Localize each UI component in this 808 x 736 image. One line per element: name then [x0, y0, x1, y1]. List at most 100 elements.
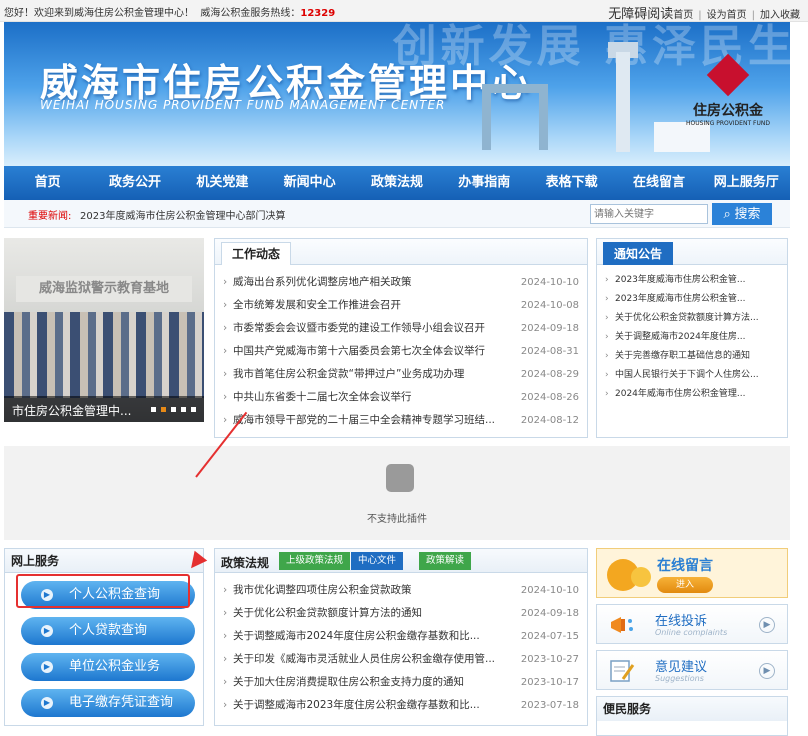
lighthouse-illustration	[616, 52, 630, 152]
plugin-unsupported-message: 不支持此插件	[367, 514, 427, 525]
list-item[interactable]: 关于优化公积金贷款额度计算方法...	[605, 309, 779, 328]
puzzle-piece-icon	[386, 464, 414, 492]
list-item[interactable]: 关于优化公积金贷款额度计算方法的通知2024-09-18	[223, 602, 579, 625]
note-pencil-icon	[610, 660, 635, 682]
list-item[interactable]: 关于调整威海市2023年度住房公积金缴存基数和比...2023-07-18	[223, 694, 579, 717]
notice-list: 2023年度威海市住房公积金管... 2023年度威海市住房公积金管... 关于…	[605, 271, 779, 404]
plugin-placeholder: 不支持此插件	[4, 446, 790, 540]
tab-policy-interpretation[interactable]: 政策解读	[419, 552, 472, 570]
slider-dot[interactable]	[181, 407, 186, 412]
play-circle-icon: ▶	[41, 697, 53, 709]
top-links: 无障碍阅读首页 | 设为首页 | 加入收藏	[608, 7, 800, 22]
nav-guide[interactable]: 办事指南	[441, 166, 528, 200]
list-item[interactable]: 关于调整威海市2024年度住房公积金缴存基数和比...2024-07-15	[223, 625, 579, 648]
main-nav: 首页 政务公开 机关党建 新闻中心 政策法规 办事指南 表格下载 在线留言 网上…	[4, 166, 790, 200]
list-item[interactable]: 我市优化调整四项住房公积金贷款政策2024-10-10	[223, 579, 579, 602]
suggestions-title: 意见建议	[655, 660, 708, 675]
chevron-right-icon[interactable]: ▶	[759, 617, 775, 633]
policy-panel: 政策法规 上级政策法规 中心文件 政策解读 我市优化调整四项住房公积金贷款政策2…	[214, 548, 588, 726]
nav-home[interactable]: 首页	[4, 166, 91, 200]
online-message-title: 在线留言	[657, 558, 713, 574]
search-icon: ⌕	[723, 206, 731, 221]
nav-government-affairs[interactable]: 政务公开	[91, 166, 178, 200]
list-item[interactable]: 中共山东省委十二届七次全体会议举行2024-08-26	[223, 386, 579, 409]
play-circle-icon: ▶	[41, 661, 53, 673]
policy-list: 我市优化调整四项住房公积金贷款政策2024-10-10 关于优化公积金贷款额度计…	[223, 579, 579, 717]
slider-caption-bar: 市住房公积金管理中...	[4, 396, 204, 422]
welcome-text: 您好！欢迎来到威海住房公积金管理中心！ 威海公积金服务热线：12329	[4, 8, 336, 19]
work-news-panel: 工作动态 威海出台系列优化调整房地产相关政策2024-10-10 全市统筹发展和…	[214, 238, 588, 438]
list-item[interactable]: 关于印发《威海市灵活就业人员住房公积金缴存使用管...2023-10-27	[223, 648, 579, 671]
slider-dot[interactable]	[151, 407, 156, 412]
online-complaint-box[interactable]: 在线投诉 Online complaints ▶	[596, 604, 788, 644]
convenience-services-title: 便民服务	[597, 697, 787, 721]
search-input[interactable]	[590, 204, 708, 224]
list-item[interactable]: 我市首笔住房公积金贷款“带押过户”业务成功办理2024-08-29	[223, 363, 579, 386]
chevron-right-icon[interactable]: ▶	[759, 663, 775, 679]
list-item[interactable]: 威海市领导干部党的二十届三中全会精神专题学习班结...2024-08-12	[223, 409, 579, 432]
megaphone-icon	[611, 617, 633, 633]
list-item[interactable]: 中国人民银行关于下调个人住房公...	[605, 366, 779, 385]
online-services-title: 网上服务	[5, 549, 203, 573]
search-button[interactable]: ⌕ 搜索	[712, 203, 772, 225]
e-deposit-certificate-query-button[interactable]: ▶ 电子缴存凭证查询	[21, 689, 195, 717]
work-news-title[interactable]: 工作动态	[221, 242, 292, 265]
set-home-link[interactable]: 设为首页	[707, 10, 747, 21]
employer-fund-business-button[interactable]: ▶ 单位公积金业务	[21, 653, 195, 681]
slider-caption[interactable]: 市住房公积金管理中...	[12, 402, 131, 419]
important-news-bar: 重要新闻: 2023年度威海市住房公积金管理中心部门决算 ⌕ 搜索	[4, 200, 790, 228]
site-title-english: WEIHAI HOUSING PROVIDENT FUND MANAGEMENT…	[40, 98, 446, 112]
tab-center-documents[interactable]: 中心文件	[351, 552, 404, 570]
list-item[interactable]: 全市统筹发展和安全工作推进会召开2024-10-08	[223, 294, 579, 317]
chat-bubble-icon	[631, 567, 651, 587]
slider-dot-active[interactable]	[161, 407, 166, 412]
highlight-box	[16, 574, 190, 608]
work-news-list: 威海出台系列优化调整房地产相关政策2024-10-10 全市统筹发展和安全工作推…	[223, 271, 579, 432]
notice-panel: 通知公告 2023年度威海市住房公积金管... 2023年度威海市住房公积金管.…	[596, 238, 788, 438]
header-banner: 创新发展 惠泽民生 威海市住房公积金管理中心 WEIHAI HOUSING PR…	[4, 22, 790, 166]
suggestions-box[interactable]: 意见建议 Suggestions ▶	[596, 650, 788, 690]
convenience-services-panel: 便民服务	[596, 696, 788, 736]
list-item[interactable]: 2023年度威海市住房公积金管...	[605, 271, 779, 290]
photo-slider[interactable]: 威海监狱警示教育基地 市住房公积金管理中...	[4, 238, 204, 422]
fund-logo-icon	[706, 53, 750, 97]
list-item[interactable]: 关于加大住房消费提取住房公积金支持力度的通知2023-10-17	[223, 671, 579, 694]
photo-sign: 威海监狱警示教育基地	[16, 276, 192, 302]
notice-title[interactable]: 通知公告	[603, 242, 674, 265]
policy-title: 政策法规	[221, 556, 270, 570]
add-favorite-link[interactable]: 加入收藏	[760, 10, 800, 21]
enter-button[interactable]: 进入	[657, 577, 713, 593]
home-link[interactable]: 首页	[673, 10, 693, 21]
slider-dot[interactable]	[171, 407, 176, 412]
list-item[interactable]: 关于完善缴存职工基础信息的通知	[605, 347, 779, 366]
accessible-reading-link[interactable]: 无障碍阅读	[608, 7, 673, 22]
list-item[interactable]: 中国共产党威海市第十六届委员会第七次全体会议举行2024-08-31	[223, 340, 579, 363]
slider-dot[interactable]	[191, 407, 196, 412]
slider-dots	[151, 407, 196, 412]
personal-loan-query-button[interactable]: ▶ 个人贷款查询	[21, 617, 195, 645]
news-label: 重要新闻:	[28, 211, 72, 222]
group-photo	[4, 312, 204, 398]
nav-news-center[interactable]: 新闻中心	[266, 166, 353, 200]
top-bar: 您好！欢迎来到威海住房公积金管理中心！ 威海公积金服务热线：12329 无障碍阅…	[0, 0, 808, 22]
list-item[interactable]: 威海出台系列优化调整房地产相关政策2024-10-10	[223, 271, 579, 294]
list-item[interactable]: 2024年威海市住房公积金管理...	[605, 385, 779, 404]
nav-online-message[interactable]: 在线留言	[615, 166, 702, 200]
play-circle-icon: ▶	[41, 625, 53, 637]
list-item[interactable]: 2023年度威海市住房公积金管...	[605, 290, 779, 309]
suggestions-subtitle: Suggestions	[655, 674, 704, 683]
list-item[interactable]: 关于调整威海市2024年度住房...	[605, 328, 779, 347]
list-item[interactable]: 市委常委会会议暨市委党的建设工作领导小组会议召开2024-09-18	[223, 317, 579, 340]
tab-higher-policies[interactable]: 上级政策法规	[279, 552, 351, 570]
online-message-box[interactable]: 在线留言 进入	[596, 548, 788, 598]
fund-logo: 住房公积金 HOUSING PROVIDENT FUND	[680, 53, 776, 140]
nav-party-building[interactable]: 机关党建	[179, 166, 266, 200]
arch-gate-illustration	[482, 84, 548, 150]
nav-online-service-hall[interactable]: 网上服务厅	[703, 166, 790, 200]
online-complaint-subtitle: Online complaints	[655, 628, 728, 637]
news-headline-link[interactable]: 2023年度威海市住房公积金管理中心部门决算	[80, 207, 285, 222]
nav-forms[interactable]: 表格下载	[528, 166, 615, 200]
online-complaint-title: 在线投诉	[655, 614, 708, 629]
nav-policies[interactable]: 政策法规	[353, 166, 440, 200]
hotline-number: 12329	[300, 8, 336, 19]
